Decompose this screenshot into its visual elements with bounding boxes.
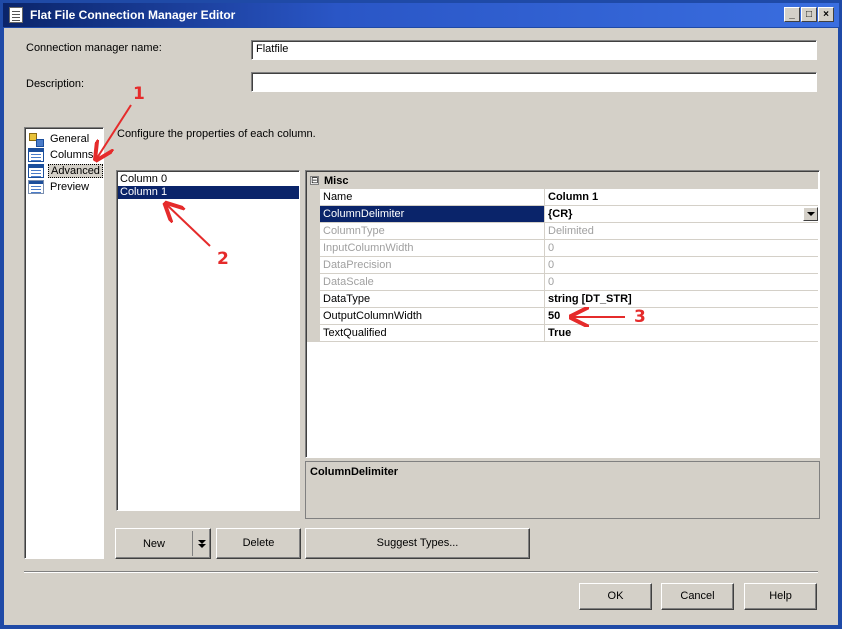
annotation-label-2: 2 — [217, 249, 229, 269]
annotation-label-1: 1 — [133, 84, 145, 104]
annotation-arrow-2 — [167, 205, 211, 247]
annotation-overlay — [0, 104, 625, 629]
annotation-arrow-1 — [97, 104, 132, 158]
annotation-label-3: 3 — [634, 307, 646, 327]
dialog-window: Flat File Connection Manager Editor _ □ … — [0, 0, 842, 629]
